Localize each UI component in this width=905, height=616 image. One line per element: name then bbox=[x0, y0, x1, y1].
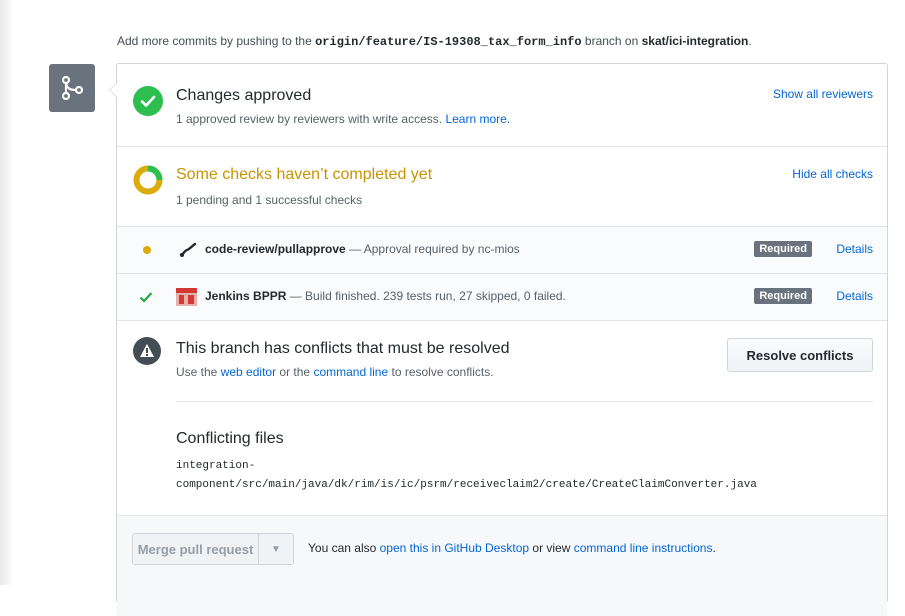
show-all-reviewers-link[interactable]: Show all reviewers bbox=[773, 87, 873, 101]
success-check-icon bbox=[139, 292, 153, 303]
command-line-instructions-link[interactable]: command line instructions bbox=[574, 541, 713, 555]
git-merge-icon bbox=[61, 75, 84, 101]
file-path-line: component/src/main/java/dk/rim/is/ic/psr… bbox=[176, 479, 757, 491]
learn-more-link[interactable]: Learn more. bbox=[445, 112, 510, 126]
merge-hint: You can also open this in GitHub Desktop… bbox=[308, 541, 716, 555]
conflicts-title: This branch has conflicts that must be r… bbox=[176, 340, 510, 357]
conflicting-file-path: integration- component/src/main/java/dk/… bbox=[176, 457, 866, 495]
check-circle-icon bbox=[133, 86, 163, 116]
web-editor-link[interactable]: web editor bbox=[221, 365, 276, 379]
checks-progress-icon bbox=[133, 165, 163, 195]
checks-title: Some checks haven’t completed yet bbox=[176, 166, 433, 183]
approval-section: Changes approved 1 approved review by re… bbox=[117, 64, 887, 146]
command-line-link[interactable]: command line bbox=[313, 365, 388, 379]
checks-subtitle: 1 pending and 1 successful checks bbox=[176, 193, 363, 207]
push-text-middle: branch on bbox=[584, 34, 639, 48]
merge-hint-text-1: You can also bbox=[308, 541, 377, 555]
merge-hint-text-2: or view bbox=[532, 541, 571, 555]
approval-subtitle-text: 1 approved review by reviewers with writ… bbox=[176, 112, 443, 126]
check-status-text: — Build finished. 239 tests run, 27 skip… bbox=[289, 289, 566, 303]
check-description: Jenkins BPPR — Build finished. 239 tests… bbox=[205, 289, 566, 303]
merge-method-dropdown[interactable]: ▼ bbox=[259, 534, 293, 564]
push-text-suffix: . bbox=[748, 34, 752, 48]
hide-all-checks-link[interactable]: Hide all checks bbox=[792, 167, 873, 181]
check-details-link[interactable]: Details bbox=[836, 242, 873, 256]
conflicts-section: This branch has conflicts that must be r… bbox=[117, 321, 887, 515]
conflicts-text-1: Use the bbox=[176, 365, 218, 379]
alert-icon bbox=[133, 337, 161, 365]
required-badge: Required bbox=[754, 241, 812, 257]
approval-subtitle: 1 approved review by reviewers with writ… bbox=[176, 112, 510, 126]
open-github-desktop-link[interactable]: open this in GitHub Desktop bbox=[380, 541, 529, 555]
pullapprove-logo-icon bbox=[179, 242, 197, 257]
divider bbox=[176, 401, 873, 402]
merge-status-badge bbox=[49, 64, 95, 112]
check-row-jenkins: Jenkins BPPR — Build finished. 239 tests… bbox=[117, 274, 887, 320]
required-badge: Required bbox=[754, 288, 812, 304]
conflicts-text-2: or the bbox=[279, 365, 311, 379]
resolve-conflicts-button[interactable]: Resolve conflicts bbox=[727, 338, 873, 372]
jenkins-logo-icon bbox=[176, 288, 197, 306]
repo-name: skat/ici-integration bbox=[641, 34, 749, 48]
checks-summary-section: Some checks haven’t completed yet 1 pend… bbox=[117, 147, 887, 227]
check-details-link[interactable]: Details bbox=[836, 289, 873, 303]
merge-hint-text-3: . bbox=[712, 541, 716, 555]
merge-panel: Changes approved 1 approved review by re… bbox=[109, 63, 888, 616]
branch-name: origin/feature/IS-19308_tax_form_info bbox=[315, 35, 582, 49]
triangle-down-icon: ▼ bbox=[271, 543, 281, 555]
push-instructions: Add more commits by pushing to the origi… bbox=[117, 34, 752, 49]
check-row-pullapprove: code-review/pullapprove — Approval requi… bbox=[117, 227, 887, 273]
conflicts-subtitle: Use the web editor or the command line t… bbox=[176, 365, 494, 379]
check-name: code-review/pullapprove bbox=[205, 242, 346, 256]
push-text-prefix: Add more commits by pushing to the bbox=[117, 34, 312, 48]
file-path-line: integration- bbox=[176, 460, 256, 472]
check-name: Jenkins BPPR bbox=[205, 289, 287, 303]
approval-title: Changes approved bbox=[176, 87, 312, 104]
conflicting-files-heading: Conflicting files bbox=[176, 430, 284, 447]
merge-button-group: Merge pull request ▼ bbox=[132, 533, 294, 565]
check-status-text: — Approval required by nc-mios bbox=[349, 242, 520, 256]
check-description: code-review/pullapprove — Approval requi… bbox=[205, 242, 520, 256]
merge-pull-request-button[interactable]: Merge pull request bbox=[133, 534, 259, 564]
conflicts-text-3: to resolve conflicts. bbox=[391, 365, 494, 379]
merge-action-area: Merge pull request ▼ You can also open t… bbox=[117, 515, 887, 616]
pending-dot-icon bbox=[143, 246, 151, 254]
